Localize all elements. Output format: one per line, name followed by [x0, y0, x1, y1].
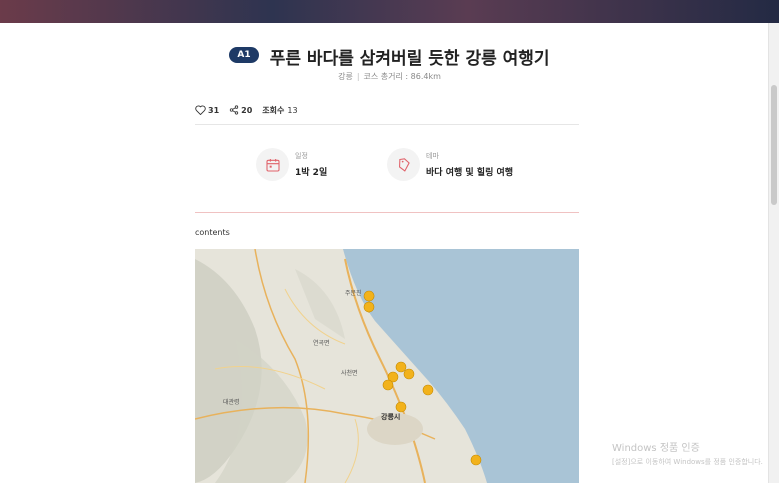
- map-place-label: 사천면: [341, 369, 358, 377]
- map-place-label: 연곡면: [313, 339, 330, 347]
- like-button[interactable]: 31: [195, 105, 219, 115]
- view-count-stat: 조회수 13: [262, 105, 297, 116]
- theme-value: 바다 여행 및 힐링 여행: [426, 168, 514, 178]
- info-divider: [195, 212, 579, 213]
- course-map[interactable]: 주문진 사천면 연곡면 대관령 강릉시: [195, 249, 579, 483]
- windows-activation-watermark: Windows 정품 인증 [설정]으로 이동하여 Windows를 정품 인증…: [612, 439, 763, 467]
- share-button[interactable]: 20: [229, 105, 252, 115]
- course-subtitle: 강릉 | 코스 총거리 : 86.4km: [0, 71, 779, 82]
- map-marker: [422, 384, 434, 396]
- theme-icon-circle: [387, 148, 420, 181]
- schedule-label: 일정: [295, 152, 308, 160]
- watermark-subtitle: [설정]으로 이동하여 Windows를 정품 인증합니다.: [612, 458, 763, 466]
- course-region: 강릉: [338, 72, 353, 81]
- course-badge: A1: [229, 46, 259, 63]
- subtitle-separator: |: [356, 72, 360, 81]
- stats-divider: [195, 124, 579, 125]
- map-place-label: 주문진: [345, 289, 362, 297]
- map-image: 주문진 사천면 연곡면 대관령 강릉시: [195, 249, 579, 483]
- heart-icon: [195, 105, 206, 115]
- map-city-label: 강릉시: [381, 412, 400, 421]
- course-distance: 코스 총거리 : 86.4km: [363, 72, 441, 81]
- top-banner-image: [0, 0, 779, 23]
- map-place-label: 대관령: [223, 398, 240, 406]
- map-marker: [403, 368, 415, 380]
- watermark-title: Windows 정품 인증: [612, 443, 700, 454]
- theme-info: 테마 바다 여행 및 힐링 여행: [387, 148, 513, 181]
- stats-row: 31 20 조회수 13: [195, 103, 579, 117]
- theme-label: 테마: [426, 152, 439, 160]
- views-label: 조회수: [262, 105, 285, 115]
- views-count: 13: [287, 105, 298, 115]
- schedule-icon-circle: [256, 148, 289, 181]
- course-title-row: A1 푸른 바다를 삼켜버릴 듯한 강릉 여행기: [0, 44, 779, 69]
- schedule-value: 1박 2일: [295, 168, 328, 178]
- page-scrollbar[interactable]: [768, 23, 779, 483]
- course-title: 푸른 바다를 삼켜버릴 듯한 강릉 여행기: [269, 49, 550, 69]
- map-marker: [395, 401, 407, 413]
- calendar-icon: [265, 158, 280, 172]
- scrollbar-thumb[interactable]: [771, 85, 777, 205]
- map-marker: [382, 379, 394, 391]
- map-marker: [395, 361, 407, 373]
- share-count: 20: [241, 105, 253, 115]
- tag-icon: [398, 157, 410, 172]
- map-marker: [470, 454, 482, 466]
- share-icon: [229, 105, 239, 115]
- map-marker: [363, 301, 375, 313]
- like-count: 31: [208, 105, 220, 115]
- schedule-info: 일정 1박 2일: [256, 148, 327, 181]
- contents-label: contents: [195, 228, 230, 237]
